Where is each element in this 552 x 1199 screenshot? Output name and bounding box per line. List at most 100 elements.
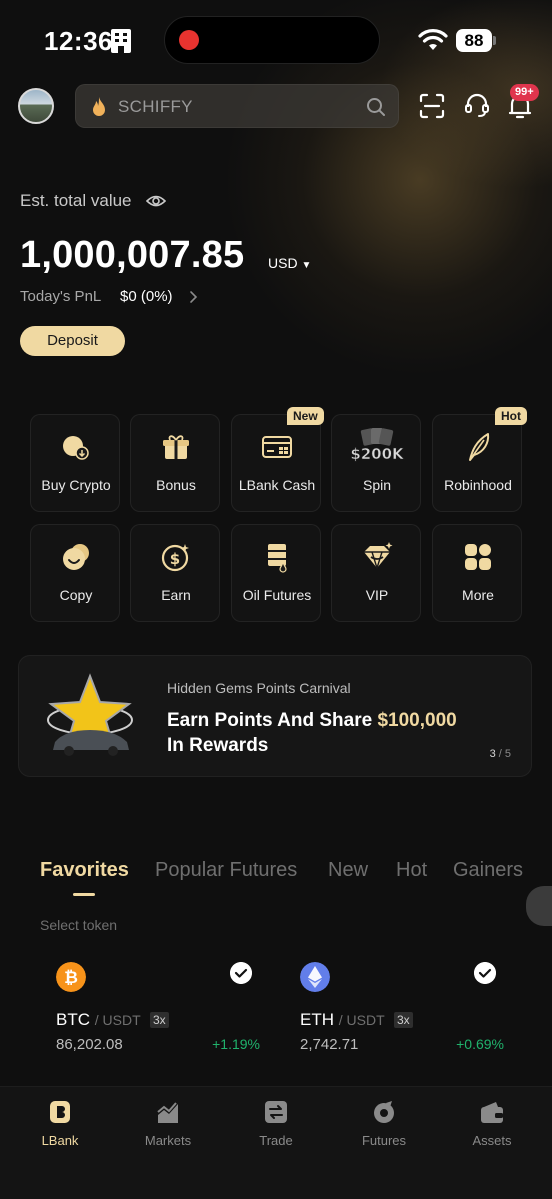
pair-price: 86,202.08 (56, 1036, 123, 1053)
star-car-illustration (47, 673, 133, 756)
battery-level: 88 (456, 29, 492, 52)
deposit-button[interactable]: Deposit (20, 326, 125, 356)
tab-hot[interactable]: Hot (396, 859, 427, 882)
markets-chart-icon (157, 1102, 178, 1123)
tab-new[interactable]: New (328, 859, 368, 882)
wallet-icon (481, 1102, 503, 1123)
pair-quote: / USDT (94, 1012, 141, 1028)
nav-trade[interactable]: Trade (226, 1099, 326, 1159)
scan-icon[interactable] (418, 92, 446, 120)
building-icon (111, 29, 131, 53)
nav-lbank[interactable]: LBank (10, 1099, 110, 1159)
svg-text:₿: ₿ (64, 968, 78, 988)
btc-icon: ₿ (56, 962, 86, 992)
gift-icon (163, 435, 189, 459)
nav-label: Futures (361, 1133, 407, 1148)
pair-base: ETH (300, 1010, 334, 1029)
tab-favorites[interactable]: Favorites (40, 859, 129, 882)
checkmark-icon[interactable] (474, 962, 496, 984)
shortcut-copy[interactable]: Copy (30, 524, 120, 622)
shortcut-label: Copy (59, 587, 93, 603)
shortcut-lbank-cash[interactable]: LBank Cash (231, 414, 321, 512)
shortcut-label: Buy Crypto (41, 477, 111, 493)
checkmark-icon[interactable] (230, 962, 252, 984)
grid-icon (465, 544, 491, 570)
pair-name: BTC / USDT (56, 1010, 141, 1030)
banner-subtitle: Hidden Gems Points Carnival (167, 680, 351, 696)
notification-badge: 99+ (510, 84, 539, 101)
favorite-card-btc[interactable]: ₿ BTC / USDT 3x 86,202.08 +1.19% (46, 950, 286, 1080)
tab-gainers[interactable]: Gainers (453, 859, 523, 882)
shortcut-label: More (462, 587, 494, 603)
select-token-label: Select token (40, 917, 118, 933)
bottom-nav: LBank Markets Trade Futures Assets (0, 1086, 552, 1199)
recording-dot-icon (179, 30, 199, 50)
nav-markets[interactable]: Markets (118, 1099, 218, 1159)
nav-label: Markets (144, 1133, 192, 1148)
pair-quote: / USDT (338, 1012, 385, 1028)
feather-icon (469, 433, 490, 461)
est-total-label: Est. total value (20, 191, 132, 210)
search-icon (367, 98, 385, 116)
nav-futures[interactable]: Futures (334, 1099, 434, 1159)
chevron-right-icon[interactable] (188, 290, 198, 304)
shortcut-oil-futures[interactable]: Oil Futures (231, 524, 321, 622)
wifi-icon (418, 29, 448, 50)
leverage-badge: 3x (394, 1012, 413, 1028)
spin-prize-icon: $200K (350, 428, 405, 463)
banner-page-total: / 5 (498, 748, 511, 760)
shortcut-more[interactable]: More (432, 524, 522, 622)
diamond-icon (364, 542, 393, 571)
pair-name: ETH / USDT (300, 1010, 385, 1030)
currency-selector[interactable]: USD ▼ (268, 255, 311, 271)
pnl-value[interactable]: $0 (0%) (120, 288, 173, 305)
pair-change: +0.69% (456, 1036, 504, 1052)
total-balance: 1,000,007.85 (20, 234, 245, 276)
status-time: 12:36 (44, 26, 113, 56)
shortcut-spin[interactable]: $200K Spin (331, 414, 421, 512)
shortcut-buy-crypto[interactable]: Buy Crypto (30, 414, 120, 512)
promo-banner[interactable]: Hidden Gems Points Carnival Earn Points … (18, 655, 532, 777)
avatar[interactable] (18, 88, 54, 124)
banner-headline-prefix: Earn Points And Share (167, 710, 378, 731)
floating-helper-button[interactable] (526, 886, 552, 926)
hot-tag: Hot (495, 407, 527, 425)
shortcut-label: Bonus (156, 477, 196, 493)
banner-page-current: 3 (489, 748, 496, 760)
shortcut-bonus[interactable]: Bonus (130, 414, 220, 512)
banner-headline-suffix: In Rewards (167, 735, 269, 756)
shortcut-label: Oil Futures (242, 587, 312, 603)
nav-assets[interactable]: Assets (442, 1099, 542, 1159)
banner-amount: $100,000 (377, 710, 457, 731)
oil-barrel-icon (268, 544, 287, 573)
nav-label: Assets (472, 1133, 512, 1148)
trade-swap-icon (265, 1101, 287, 1123)
eye-icon[interactable] (146, 193, 166, 209)
favorite-card-eth[interactable]: ETH / USDT 3x 2,742.71 +0.69% (290, 950, 530, 1080)
banner-pagination: 3 / 5 (490, 748, 511, 760)
support-headset-icon[interactable] (463, 92, 491, 120)
shortcut-label: Robinhood (444, 477, 512, 493)
card-icon (262, 436, 292, 458)
market-tabs: Favorites Popular Futures New Hot Gainer… (40, 859, 552, 889)
pnl-label: Today's PnL (20, 288, 102, 305)
search-input[interactable]: SCHIFFY (75, 84, 399, 128)
shortcut-label: VIP (365, 587, 389, 603)
caret-down-icon: ▼ (301, 260, 312, 271)
leverage-badge: 3x (150, 1012, 169, 1028)
pair-base: BTC (56, 1010, 90, 1029)
status-bar: 12:36 88 (0, 0, 552, 80)
copy-trade-icon (63, 544, 89, 570)
shortcut-label: Spin (362, 477, 392, 493)
shortcut-vip[interactable]: VIP (331, 524, 421, 622)
dynamic-island (164, 16, 380, 64)
banner-headline: Earn Points And Share $100,000 In Reward… (167, 708, 487, 758)
shortcut-robinhood[interactable]: Robinhood (432, 414, 522, 512)
shortcut-earn[interactable]: $ Earn (130, 524, 220, 622)
tab-popular-futures[interactable]: Popular Futures (155, 859, 297, 882)
svg-text:$200K: $200K (350, 445, 405, 463)
active-tab-indicator (73, 893, 95, 896)
nav-label: Trade (259, 1133, 293, 1148)
dollar-coin-icon: $ (161, 544, 189, 572)
currency-label: USD (268, 255, 298, 271)
